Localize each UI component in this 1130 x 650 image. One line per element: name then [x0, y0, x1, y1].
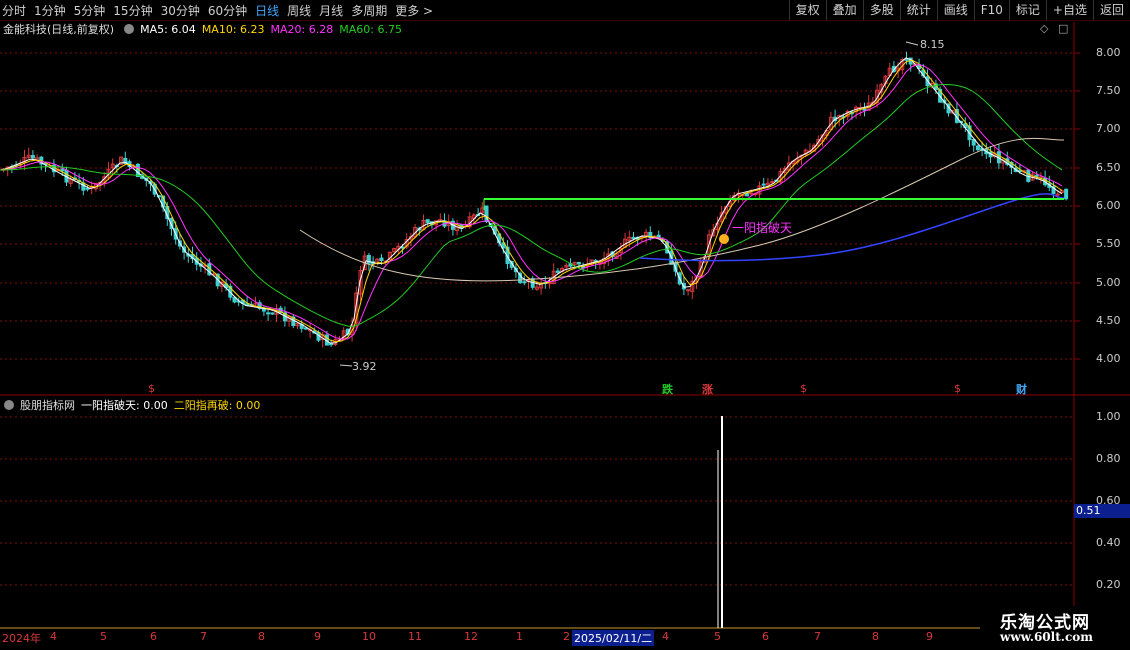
- signal-dot-icon: [719, 234, 729, 244]
- candle-body: [1055, 193, 1060, 196]
- candle-body: [862, 108, 867, 111]
- ma5-line: [0, 57, 1063, 344]
- ind-tick-040: 0.40: [1096, 536, 1121, 549]
- candle-body: [30, 155, 35, 159]
- signal-label: 一阳指破天: [732, 221, 793, 235]
- candle-body: [85, 187, 90, 190]
- diamond-icon[interactable]: ◇: [1040, 22, 1048, 35]
- kline-chart[interactable]: [0, 0, 1130, 650]
- event-marker[interactable]: $: [954, 382, 961, 395]
- candle-body: [770, 181, 775, 184]
- indicator-current-value: 0.51: [1074, 504, 1130, 518]
- event-marker[interactable]: 跌: [662, 381, 673, 397]
- date-tick: 7: [200, 630, 207, 643]
- candle-body: [904, 58, 909, 61]
- settings-toggle-icon[interactable]: [124, 24, 135, 34]
- candle-body: [761, 183, 766, 186]
- candle-body: [975, 145, 980, 151]
- date-tick: 2024年: [2, 632, 41, 645]
- chart-corner-icons: ◇ □: [1040, 22, 1068, 35]
- date-tick: 6: [762, 630, 769, 643]
- candle-body: [749, 192, 754, 195]
- event-marker[interactable]: 财: [1016, 381, 1027, 397]
- ma20-value: MA20: 6.28: [270, 22, 334, 36]
- price-tick-400: 4.00: [1096, 352, 1121, 365]
- candle-body: [1064, 188, 1069, 200]
- square-icon[interactable]: □: [1058, 22, 1068, 35]
- price-tick-450: 4.50: [1096, 314, 1121, 327]
- date-tick: 8: [258, 630, 265, 643]
- indicator-toggle-icon[interactable]: [4, 400, 14, 410]
- event-marker[interactable]: $: [800, 382, 807, 395]
- price-tick-650: 6.50: [1096, 161, 1121, 174]
- indicator-line2: 二阳指再破: 0.00: [173, 399, 261, 412]
- candle-body: [1034, 174, 1039, 177]
- ma20-line: [0, 64, 1063, 340]
- candle-body: [270, 312, 275, 315]
- date-tick: 5: [100, 630, 107, 643]
- candle-body: [522, 281, 527, 284]
- candle-body: [744, 192, 749, 197]
- price-tick-600: 6.00: [1096, 199, 1121, 212]
- candle-body: [576, 261, 581, 265]
- date-tick: 5: [714, 630, 721, 643]
- date-tick: 4: [662, 630, 669, 643]
- date-tick: 11: [408, 630, 422, 643]
- date-tick: 12: [464, 630, 478, 643]
- high-pointer: [905, 41, 919, 46]
- ma10-line: [0, 59, 1063, 343]
- candle-body: [60, 168, 65, 172]
- ma60-line: [0, 83, 1063, 327]
- date-tick: 1: [516, 630, 523, 643]
- low-price-label: 3.92: [352, 360, 377, 373]
- date-tick: 8: [872, 630, 879, 643]
- date-tick: 9: [314, 630, 321, 643]
- date-tick: 9: [926, 630, 933, 643]
- candle-body: [135, 163, 140, 178]
- price-tick-550: 5.50: [1096, 237, 1121, 250]
- indicator-line1: 一阳指破天: 0.00: [81, 399, 168, 412]
- main-info-bar: 金能科技(日线,前复权) MA5: 6.04 MA10: 6.23 MA20: …: [0, 21, 408, 37]
- price-tick-700: 7.00: [1096, 122, 1121, 135]
- ind-tick-100: 1.00: [1096, 410, 1121, 423]
- date-axis: 2024年 4 5 6 7 8 9 10 11 12 1 2 4 5 6 7 8…: [0, 630, 980, 646]
- date-tick: 10: [362, 630, 376, 643]
- candle-body: [686, 289, 691, 292]
- ma250-line: [639, 193, 1065, 262]
- price-tick-500: 5.00: [1096, 276, 1121, 289]
- date-tick: 6: [150, 630, 157, 643]
- candle-body: [555, 270, 560, 273]
- candle-body: [425, 219, 430, 223]
- price-tick-800: 8.00: [1096, 46, 1121, 59]
- candle-body: [329, 343, 334, 346]
- ma60-value: MA60: 6.75: [339, 22, 402, 36]
- event-marker[interactable]: $: [148, 382, 155, 395]
- watermark-url: www.60lt.com: [1000, 630, 1093, 644]
- low-pointer: [339, 364, 353, 367]
- date-tick: 2: [563, 630, 570, 643]
- ind-tick-020: 0.20: [1096, 578, 1121, 591]
- indicator-name: 股朋指标网: [20, 399, 75, 412]
- candle-body: [266, 312, 271, 315]
- price-tick-750: 7.50: [1096, 84, 1121, 97]
- date-tick: 4: [50, 630, 57, 643]
- event-marker[interactable]: 涨: [702, 381, 713, 397]
- high-price-label: 8.15: [920, 38, 945, 51]
- ind-tick-080: 0.80: [1096, 452, 1121, 465]
- selected-date: 2025/02/11/二: [572, 630, 655, 646]
- date-tick: 7: [814, 630, 821, 643]
- ma5-value: MA5: 6.04: [140, 22, 196, 36]
- candle-body: [631, 236, 636, 240]
- indicator-info-bar: 股朋指标网 一阳指破天: 0.00 二阳指再破: 0.00: [0, 397, 266, 413]
- candle-body: [379, 257, 384, 262]
- ma10-value: MA10: 6.23: [201, 22, 265, 36]
- stock-title: 金能科技(日线,前复权): [3, 23, 115, 36]
